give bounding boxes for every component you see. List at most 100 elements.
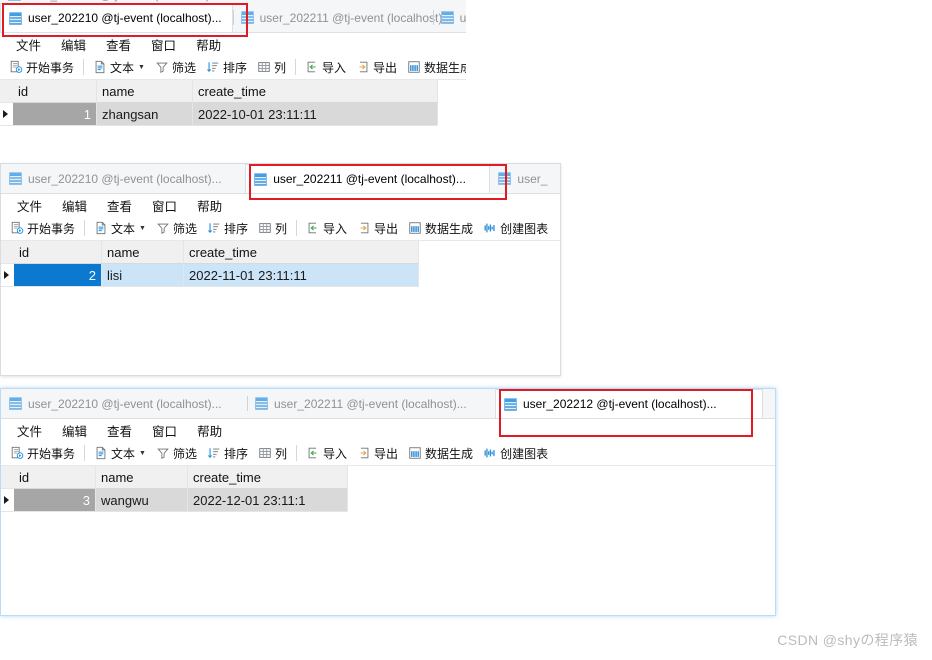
menu-help[interactable]: 帮助 <box>186 33 231 56</box>
database-table-icon <box>8 0 21 1</box>
column-header-id[interactable]: id <box>14 241 102 264</box>
text-button[interactable]: 文本 ▼ <box>89 443 151 464</box>
export-button[interactable]: 导出 <box>351 57 402 78</box>
cell-id[interactable]: 3 <box>14 489 96 512</box>
filter-button[interactable]: 筛选 <box>151 443 202 464</box>
column-header-create-time[interactable]: create_time <box>193 80 438 103</box>
menu-view[interactable]: 查看 <box>96 33 141 56</box>
tab-user-202212[interactable]: user_202212 @tj-event (localhost)... <box>432 3 466 32</box>
tab-user-202211[interactable]: user_202211 @tj-event (localhost)... <box>245 164 491 193</box>
menu-file[interactable]: 文件 <box>7 419 52 442</box>
tab-label: user_202212 @tj-event (localhost)... <box>523 397 717 411</box>
tab-label: user_202210 @tj-event (localhost)... <box>28 11 222 25</box>
cell-create-time[interactable]: 2022-12-01 23:11:1 <box>188 489 348 512</box>
tab-label: user_202211 @tj-event (localhost)... <box>273 172 466 186</box>
tab-user-202211[interactable]: user_202211 @tj-event (localhost)... <box>247 389 495 418</box>
sort-button[interactable]: 排序 <box>202 443 253 464</box>
columns-button[interactable]: 列 <box>253 218 292 239</box>
menu-view[interactable]: 查看 <box>97 419 142 442</box>
column-header-name[interactable]: name <box>96 466 188 489</box>
cell-create-time[interactable]: 2022-10-01 23:11:11 <box>193 103 438 126</box>
columns-button[interactable]: 列 <box>252 57 291 78</box>
import-button[interactable]: 导入 <box>301 218 352 239</box>
menubar-3[interactable]: 文件 编辑 查看 窗口 帮助 <box>1 419 775 441</box>
sort-button[interactable]: 排序 <box>202 218 253 239</box>
create-chart-button[interactable]: 创建图表 <box>478 218 553 239</box>
export-icon <box>359 61 368 73</box>
column-header-name[interactable]: name <box>97 80 193 103</box>
tab-user-202210[interactable]: user_202210 @tj-event (localhost)... <box>1 389 247 418</box>
table-row[interactable]: 1 zhangsan 2022-10-01 23:11:11 <box>0 103 466 126</box>
database-table-icon <box>255 397 268 410</box>
menu-edit[interactable]: 编辑 <box>51 33 96 56</box>
column-header-id[interactable]: id <box>14 466 96 489</box>
sort-icon <box>208 448 220 458</box>
cell-name[interactable]: wangwu <box>96 489 188 512</box>
chevron-down-icon[interactable]: ▼ <box>138 64 145 71</box>
column-header-id[interactable]: id <box>13 80 97 103</box>
start-transaction-button[interactable]: 开始事务 <box>5 443 80 464</box>
menu-edit[interactable]: 编辑 <box>52 419 97 442</box>
toolbar-2[interactable]: 开始事务 文本 ▼ 筛选 排序 列 导入 导出 数据生成 创建图表 <box>1 216 560 241</box>
tabstrip-3[interactable]: user_202210 @tj-event (localhost)... use… <box>1 389 775 419</box>
menubar-2[interactable]: 文件 编辑 查看 窗口 帮助 <box>1 194 560 216</box>
column-header-name[interactable]: name <box>102 241 184 264</box>
data-generation-button[interactable]: 数据生成 <box>403 218 478 239</box>
menu-edit[interactable]: 编辑 <box>52 194 97 217</box>
cell-id[interactable]: 2 <box>14 264 102 287</box>
menu-file[interactable]: 文件 <box>6 33 51 56</box>
start-transaction-button[interactable]: 开始事务 <box>4 57 79 78</box>
menu-window[interactable]: 窗口 <box>142 194 187 217</box>
navicat-window-2[interactable]: user_202210 @tj-event (localhost)... use… <box>0 163 561 376</box>
filter-icon <box>156 62 168 73</box>
text-label: 文本 <box>111 446 136 461</box>
menu-help[interactable]: 帮助 <box>187 419 232 442</box>
column-header-create-time[interactable]: create_time <box>184 241 419 264</box>
result-grid-1[interactable]: id name create_time 1 zhangsan 2022-10-0… <box>0 80 466 140</box>
navicat-window-3[interactable]: user_202210 @tj-event (localhost)... use… <box>0 388 776 616</box>
cell-create-time[interactable]: 2022-11-01 23:11:11 <box>184 264 419 287</box>
cell-id[interactable]: 1 <box>13 103 97 126</box>
data-generation-label: 数据生成 <box>425 221 474 236</box>
tab-user-202210[interactable]: user_202210 @tj-event (localhost)... <box>0 3 233 32</box>
export-button[interactable]: 导出 <box>352 443 403 464</box>
menu-view[interactable]: 查看 <box>97 194 142 217</box>
tab-user-202212[interactable]: user_ <box>490 164 560 193</box>
table-row[interactable]: 3 wangwu 2022-12-01 23:11:1 <box>1 489 775 512</box>
import-button[interactable]: 导入 <box>300 57 351 78</box>
tab-user-202212[interactable]: user_202212 @tj-event (localhost)... <box>495 389 763 418</box>
menubar-1[interactable]: 文件 编辑 查看 窗口 帮助 <box>0 33 466 55</box>
filter-button[interactable]: 筛选 <box>150 57 201 78</box>
table-row[interactable]: 2 lisi 2022-11-01 23:11:11 <box>1 264 560 287</box>
tab-user-202210[interactable]: user_202210 @tj-event (localhost)... <box>1 164 245 193</box>
sort-button[interactable]: 排序 <box>201 57 252 78</box>
filter-button[interactable]: 筛选 <box>151 218 202 239</box>
menu-file[interactable]: 文件 <box>7 194 52 217</box>
navicat-window-1[interactable]: user_202211 @tj-event (localhost)... use… <box>0 0 466 141</box>
start-transaction-button[interactable]: 开始事务 <box>5 218 80 239</box>
tabstrip-2[interactable]: user_202210 @tj-event (localhost)... use… <box>1 164 560 194</box>
menu-window[interactable]: 窗口 <box>141 33 186 56</box>
text-button[interactable]: 文本 ▼ <box>89 218 151 239</box>
menu-window[interactable]: 窗口 <box>142 419 187 442</box>
toolbar-1[interactable]: 开始事务 文本 ▼ 筛选 排序 列 导入 导出 数据生 <box>0 55 466 80</box>
cell-name[interactable]: lisi <box>102 264 184 287</box>
result-grid-2[interactable]: id name create_time 2 lisi 2022-11-01 23… <box>1 241 560 373</box>
tabstrip-1[interactable]: user_202210 @tj-event (localhost)... use… <box>0 3 466 33</box>
export-label: 导出 <box>374 221 399 236</box>
tab-user-202211[interactable]: user_202211 @tj-event (localhost)... <box>232 3 452 32</box>
data-generation-button[interactable]: 数据生成 <box>402 57 466 78</box>
cell-name[interactable]: zhangsan <box>97 103 193 126</box>
data-generation-button[interactable]: 数据生成 <box>403 443 478 464</box>
columns-button[interactable]: 列 <box>253 443 292 464</box>
chevron-down-icon[interactable]: ▼ <box>139 225 146 232</box>
column-header-create-time[interactable]: create_time <box>188 466 348 489</box>
chevron-down-icon[interactable]: ▼ <box>139 450 146 457</box>
import-button[interactable]: 导入 <box>301 443 352 464</box>
create-chart-button[interactable]: 创建图表 <box>478 443 553 464</box>
result-grid-3[interactable]: id name create_time 3 wangwu 2022-12-01 … <box>1 466 775 608</box>
toolbar-3[interactable]: 开始事务 文本 ▼ 筛选 排序 列 导入 导出 数据生成 创建图表 <box>1 441 775 466</box>
menu-help[interactable]: 帮助 <box>187 194 232 217</box>
text-button[interactable]: 文本 ▼ <box>88 57 150 78</box>
export-button[interactable]: 导出 <box>352 218 403 239</box>
